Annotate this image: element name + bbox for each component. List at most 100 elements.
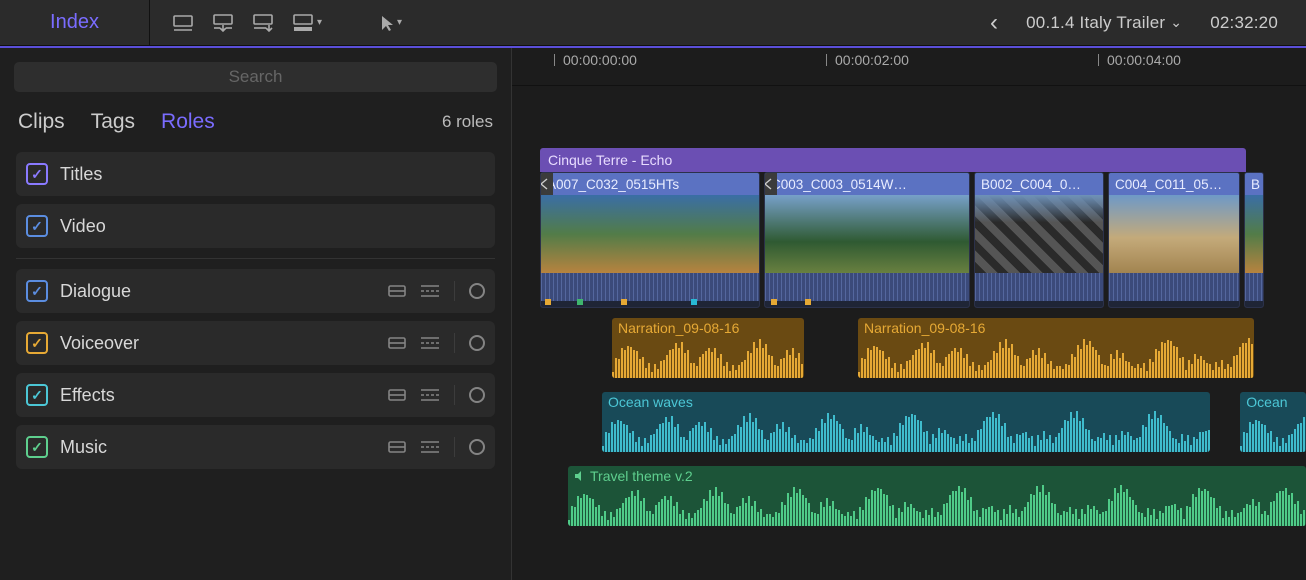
- role-label: Titles: [60, 164, 485, 185]
- music-track: Travel theme v.2: [540, 466, 1306, 526]
- lane-collapse-icon[interactable]: [388, 337, 406, 349]
- clip-name-label: A007_C032_0515HTs: [541, 173, 759, 195]
- clip-audio-waveform: [1109, 273, 1239, 301]
- clip-markers: [765, 301, 969, 307]
- roles-count-label: 6 roles: [442, 112, 493, 132]
- overwrite-tool-icon[interactable]: ▾: [292, 14, 322, 32]
- audio-clip[interactable]: Ocean: [1240, 392, 1306, 452]
- project-name-label: 00.1.4 Italy Trailer: [1026, 13, 1165, 33]
- clip-name-label: C003_C003_0514W…: [765, 173, 969, 195]
- lane-expand-icon[interactable]: [420, 284, 440, 298]
- clip-thumbnails: [1245, 195, 1263, 273]
- lane-collapse-icon[interactable]: [388, 285, 406, 297]
- search-input[interactable]: [14, 62, 497, 92]
- solo-icon[interactable]: [469, 387, 485, 403]
- role-item-effects[interactable]: ✓ Effects: [16, 373, 495, 417]
- audio-clip[interactable]: Ocean waves: [602, 392, 1210, 452]
- clip-audio-waveform: [765, 273, 969, 301]
- tab-clips[interactable]: Clips: [18, 110, 65, 134]
- role-checkbox[interactable]: ✓: [26, 163, 48, 185]
- index-label: Index: [50, 11, 99, 34]
- lane-collapse-icon[interactable]: [388, 441, 406, 453]
- role-checkbox[interactable]: ✓: [26, 436, 48, 458]
- clip-markers: [541, 301, 759, 307]
- timecode-display: 02:32:20: [1210, 13, 1278, 33]
- video-clip[interactable]: B: [1244, 172, 1264, 308]
- role-audio-controls: [388, 333, 485, 353]
- toolbar-right: ‹ 00.1.4 Italy Trailer ⌄ 02:32:20: [990, 9, 1306, 37]
- role-item-titles[interactable]: ✓ Titles: [16, 152, 495, 196]
- audio-clip-label: Travel theme v.2: [568, 466, 1306, 486]
- video-clip[interactable]: A007_C032_0515HTs: [540, 172, 760, 308]
- role-checkbox[interactable]: ✓: [26, 215, 48, 237]
- clip-name-label: B002_C004_0…: [975, 173, 1103, 195]
- role-item-voiceover[interactable]: ✓ Voiceover: [16, 321, 495, 365]
- chevron-down-icon: ▾: [317, 17, 322, 28]
- append-tool-icon[interactable]: [252, 14, 274, 32]
- role-item-dialogue[interactable]: ✓ Dialogue: [16, 269, 495, 313]
- audio-clip[interactable]: Narration_09-08-16: [612, 318, 804, 378]
- index-button[interactable]: Index: [0, 0, 150, 45]
- ruler-tick-label: 00:00:00:00: [563, 52, 637, 68]
- video-role-list: ✓ Titles ✓ Video: [0, 148, 511, 252]
- role-checkbox[interactable]: ✓: [26, 280, 48, 302]
- ruler-tick: 00:00:00:00: [554, 52, 637, 68]
- video-clip[interactable]: B002_C004_0…: [974, 172, 1104, 308]
- video-clip[interactable]: C003_C003_0514W…: [764, 172, 970, 308]
- transition-handle[interactable]: [540, 173, 553, 195]
- position-tool-icon[interactable]: [172, 14, 194, 32]
- lane-expand-icon[interactable]: [420, 336, 440, 350]
- audio-clip[interactable]: Travel theme v.2: [568, 466, 1306, 526]
- solo-icon[interactable]: [469, 439, 485, 455]
- clip-name-label: B: [1245, 173, 1263, 195]
- storyline-title-label: Cinque Terre - Echo: [548, 152, 672, 168]
- toolbar-tool-group: ▾ ▾: [150, 14, 402, 32]
- role-audio-controls: [388, 437, 485, 457]
- lane-collapse-icon[interactable]: [388, 389, 406, 401]
- clip-thumbnails: [1109, 195, 1239, 273]
- solo-icon[interactable]: [469, 283, 485, 299]
- clip-audio-waveform: [975, 273, 1103, 301]
- timeline[interactable]: 00:00:00:00 00:00:02:00 00:00:04:00 Cinque…: [512, 48, 1306, 580]
- time-ruler[interactable]: 00:00:00:00 00:00:02:00 00:00:04:00: [512, 48, 1306, 86]
- lane-expand-icon[interactable]: [420, 388, 440, 402]
- lane-expand-icon[interactable]: [420, 440, 440, 454]
- clip-markers: [975, 301, 1103, 307]
- role-label: Voiceover: [60, 333, 376, 354]
- role-audio-controls: [388, 385, 485, 405]
- role-label: Dialogue: [60, 281, 376, 302]
- storyline-title-bar[interactable]: Cinque Terre - Echo: [540, 148, 1246, 172]
- music-icon: [574, 470, 586, 482]
- select-tool-icon[interactable]: ▾: [380, 14, 402, 32]
- tab-tags[interactable]: Tags: [91, 110, 135, 134]
- voiceover-track: Narration_09-08-16 Narration_09-08-16: [540, 318, 1306, 378]
- role-checkbox[interactable]: ✓: [26, 384, 48, 406]
- clip-name-label: C004_C011_05…: [1109, 173, 1239, 195]
- video-clip[interactable]: C004_C011_05…: [1108, 172, 1240, 308]
- ruler-tick-label: 00:00:02:00: [835, 52, 909, 68]
- audio-clip-label: Narration_09-08-16: [858, 318, 1254, 338]
- transition-handle[interactable]: [764, 173, 777, 195]
- role-label: Effects: [60, 385, 376, 406]
- tab-roles[interactable]: Roles: [161, 110, 215, 134]
- audio-clip-label: Ocean waves: [602, 392, 1210, 412]
- top-toolbar: Index ▾ ▾ ‹ 00.1.4 Italy Trailer ⌄ 02:32…: [0, 0, 1306, 46]
- solo-icon[interactable]: [469, 335, 485, 351]
- clip-audio-waveform: [1245, 273, 1263, 301]
- role-item-music[interactable]: ✓Music: [16, 425, 495, 469]
- role-divider: [16, 258, 495, 259]
- ruler-tick-label: 00:00:04:00: [1107, 52, 1181, 68]
- chevron-down-icon: ⌄: [1170, 14, 1182, 31]
- clip-markers: [1109, 301, 1239, 307]
- effects-track: Ocean waves Ocean: [540, 392, 1306, 452]
- role-label: Video: [60, 216, 485, 237]
- index-sidebar: Clips Tags Roles 6 roles ✓ Titles ✓ Video ✓…: [0, 48, 512, 580]
- role-item-video[interactable]: ✓ Video: [16, 204, 495, 248]
- audio-clip[interactable]: Narration_09-08-16: [858, 318, 1254, 378]
- clip-thumbnails: [541, 195, 759, 273]
- audio-clip-label: Ocean: [1240, 392, 1306, 412]
- insert-tool-icon[interactable]: [212, 14, 234, 32]
- back-nav-icon[interactable]: ‹: [990, 9, 998, 37]
- project-name-dropdown[interactable]: 00.1.4 Italy Trailer ⌄: [1026, 13, 1182, 33]
- role-checkbox[interactable]: ✓: [26, 332, 48, 354]
